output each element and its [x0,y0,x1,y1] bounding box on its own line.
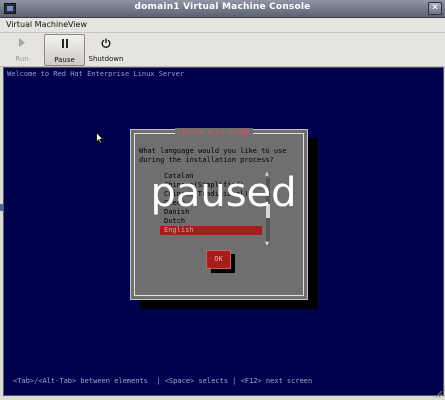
menu-view[interactable]: View [68,20,87,29]
language-option[interactable]: Dutch [160,217,262,226]
window-title: domain1 Virtual Machine Console [134,2,311,12]
shutdown-label: Shutdown [88,55,124,63]
run-label: Run [15,55,29,63]
paused-overlay: paused [150,170,297,216]
toolbar: Run Pause Shutdown [0,33,445,67]
ok-button[interactable]: OK [206,250,231,269]
language-option-selected[interactable]: English [160,226,262,235]
mouse-pointer-icon [96,132,104,144]
menu-virtual-machine[interactable]: Virtual Machine [6,20,68,29]
welcome-text: Welcome to Red Hat Enterprise Linux Serv… [7,70,185,78]
close-button[interactable]: ✕ [428,2,442,15]
language-question: What language would you like to use duri… [139,147,287,164]
power-icon [86,38,126,52]
menu-bar: Virtual Machine View [0,18,445,33]
vm-console-display[interactable]: Welcome to Red Hat Enterprise Linux Serv… [3,67,444,396]
window-title-bar: domain1 Virtual Machine Console ✕ [0,0,445,18]
shutdown-button[interactable]: Shutdown [86,34,126,66]
dialog-title: Choose a Language [175,128,253,136]
pause-button[interactable]: Pause [44,34,85,66]
pause-label: Pause [54,56,75,64]
resize-grip-icon[interactable] [433,388,443,398]
run-button[interactable]: Run [4,34,40,66]
play-icon [4,38,40,52]
pause-icon [45,39,84,53]
scroll-down-arrow-icon: ▼ [265,241,269,247]
status-line: <Tab>/<Alt-Tab> between elements | <Spac… [13,377,313,385]
